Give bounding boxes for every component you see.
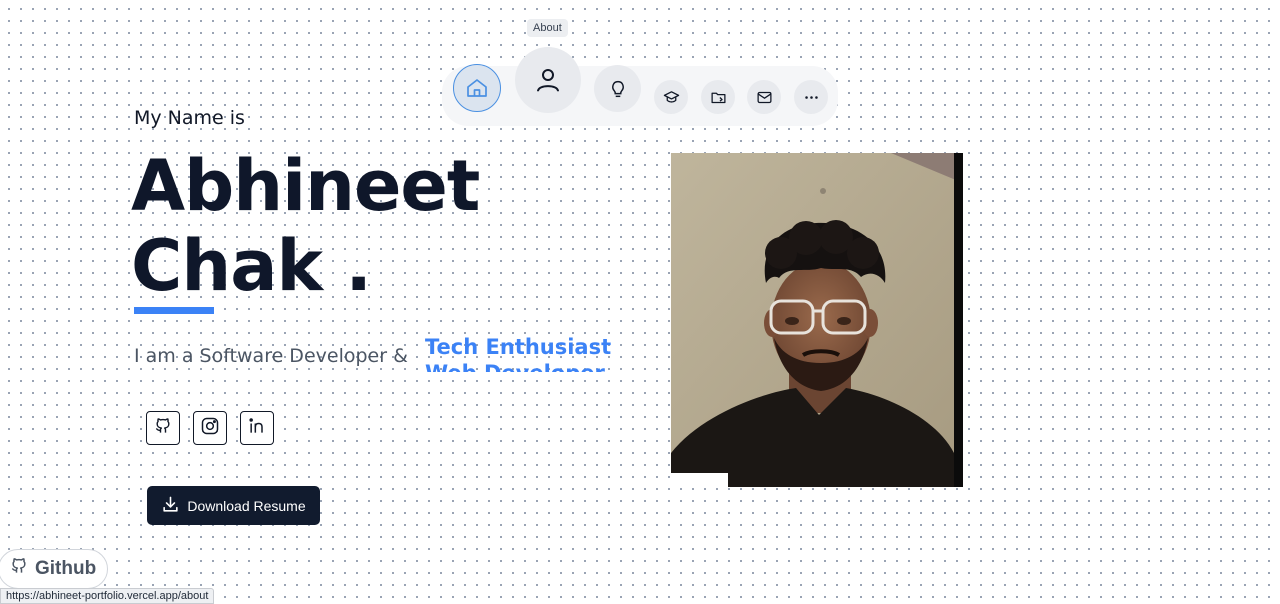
- nav-skills-button[interactable]: [594, 65, 641, 112]
- github-icon: [153, 416, 173, 440]
- folder-icon: [710, 89, 727, 106]
- floating-github-label: Github: [35, 558, 97, 579]
- hero-name: Abhineet Chak .: [131, 145, 480, 307]
- nav-more-button[interactable]: [794, 80, 828, 114]
- role-prefix: I am a Software Developer &: [134, 345, 408, 367]
- floating-github-link[interactable]: Github: [0, 549, 108, 589]
- download-resume-button[interactable]: Download Resume: [147, 486, 320, 525]
- role-primary: Tech Enthusiast: [425, 335, 612, 359]
- download-label: Download Resume: [187, 497, 306, 514]
- intro-text: My Name is: [134, 107, 245, 129]
- name-underline: [134, 307, 214, 314]
- download-icon: [161, 495, 180, 517]
- linkedin-icon: [247, 416, 267, 440]
- more-icon: [803, 89, 820, 106]
- social-github-link[interactable]: [146, 411, 180, 445]
- nav-home-button[interactable]: [453, 64, 501, 112]
- lightbulb-icon: [607, 78, 629, 100]
- home-icon: [465, 76, 489, 100]
- hero-first-name: Abhineet: [131, 145, 480, 227]
- nav-tooltip: About: [527, 19, 568, 37]
- nav-education-button[interactable]: [654, 80, 688, 114]
- nav-projects-button[interactable]: [701, 80, 735, 114]
- github-icon: [9, 556, 29, 582]
- status-bar-url: https://abhineet-portfolio.vercel.app/ab…: [0, 588, 215, 604]
- social-linkedin-link[interactable]: [240, 411, 274, 445]
- social-instagram-link[interactable]: [193, 411, 227, 445]
- user-icon: [533, 65, 563, 95]
- graduation-cap-icon: [663, 89, 680, 106]
- hero-last-name: Chak .: [131, 225, 372, 307]
- nav-about-button[interactable]: [515, 47, 581, 113]
- role-rotator: Tech Enthusiast Web Developer: [425, 334, 635, 372]
- role-secondary: Web Developer: [425, 360, 635, 372]
- profile-photo: [671, 153, 963, 487]
- mail-icon: [756, 89, 773, 106]
- instagram-icon: [200, 416, 220, 440]
- nav-contact-button[interactable]: [747, 80, 781, 114]
